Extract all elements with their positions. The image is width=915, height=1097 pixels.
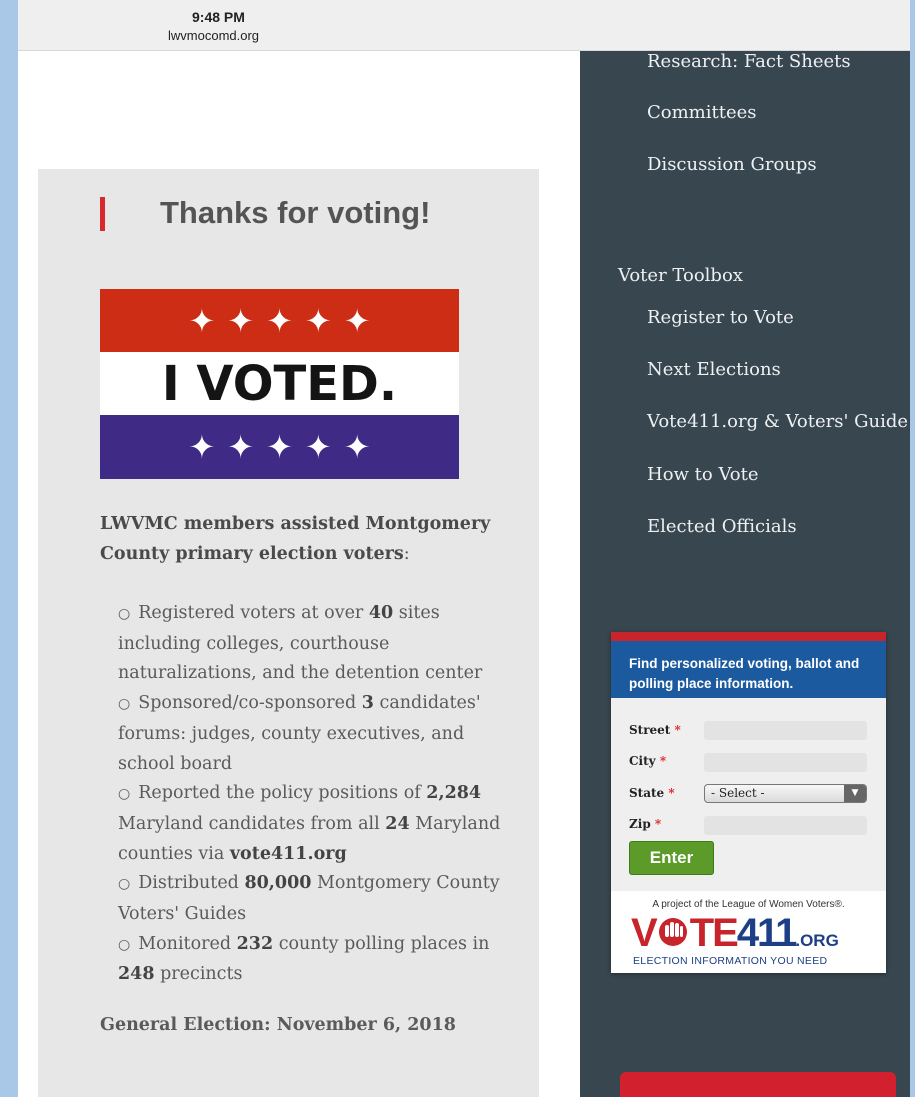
list-text: Reported the policy positions of xyxy=(138,783,427,804)
bold-figure: vote411.org xyxy=(229,843,347,864)
nav-next-elections[interactable]: Next Elections xyxy=(647,359,781,380)
list-item: ○ Reported the policy positions of 2,284 … xyxy=(118,779,518,869)
ballot-hand-icon xyxy=(658,918,687,946)
list-text: Distributed xyxy=(138,873,245,894)
nav-voter-toolbox[interactable]: Voter Toolbox xyxy=(618,265,743,286)
nav-vote411-guide[interactable]: Vote411.org & Voters' Guide xyxy=(647,411,908,432)
list-item: ○ Sponsored/co-sponsored 3 candidates' fo… xyxy=(118,689,518,779)
list-text: Maryland candidates from all xyxy=(118,813,386,834)
street-label-text: Street xyxy=(629,723,671,737)
star-icon: ✦ xyxy=(266,428,293,466)
bold-figure: 3 xyxy=(361,693,374,714)
voted-white-stripe: I VOTED. xyxy=(100,352,459,415)
star-icon: ✦ xyxy=(227,301,255,340)
thanks-card: Thanks for voting! ✦ ✦ ✦ ✦ ✦ I VOTED. ✦ … xyxy=(38,169,539,1097)
bold-figure: 248 xyxy=(118,964,155,985)
widget-header: Find personalized voting, ballot and pol… xyxy=(611,641,886,698)
intro-bold: LWVMC members assisted Montgomery County… xyxy=(100,514,491,564)
address-url[interactable]: lwvmocomd.org xyxy=(168,28,259,43)
logo-v: V xyxy=(631,911,658,955)
required-mark: * xyxy=(654,817,662,831)
dropdown-arrow-icon: ▼ xyxy=(844,785,866,802)
vote411-logo[interactable]: V TE411.ORG xyxy=(631,911,839,956)
nav-register-to-vote[interactable]: Register to Vote xyxy=(647,307,794,328)
state-label-text: State xyxy=(629,786,665,800)
red-action-button[interactable] xyxy=(620,1072,896,1097)
status-time: 9:48 PM xyxy=(192,9,245,25)
bold-figure: 24 xyxy=(385,813,410,834)
star-icon: ✦ xyxy=(343,301,371,340)
i-voted-text: I VOTED. xyxy=(161,355,398,412)
vote411-footer: A project of the League of Women Voters®… xyxy=(611,891,886,973)
voter-info-form: Street * City * State * - Select - ▼ Zip… xyxy=(611,698,886,891)
state-select-value: - Select - xyxy=(711,786,765,800)
zip-input[interactable] xyxy=(704,816,867,835)
city-input[interactable] xyxy=(704,753,867,772)
bold-figure: 40 xyxy=(368,603,394,623)
list-text: county polling places in xyxy=(273,933,490,954)
vote411-widget: Find personalized voting, ballot and pol… xyxy=(611,632,886,973)
star-icon: ✦ xyxy=(304,428,332,466)
list-item: ○ Monitored 232 county polling places in … xyxy=(118,930,518,990)
list-text: Sponsored/co-sponsored xyxy=(138,693,362,714)
web-page: Thanks for voting! ✦ ✦ ✦ ✦ ✦ I VOTED. ✦ … xyxy=(18,51,910,1097)
city-label: City * xyxy=(629,754,666,768)
zip-label-text: Zip xyxy=(629,817,651,831)
bullet-circle-icon: ○ xyxy=(118,696,131,713)
bullet-circle-icon: ○ xyxy=(118,786,131,803)
street-input[interactable] xyxy=(704,721,867,740)
voted-blue-stripe: ✦ ✦ ✦ ✦ ✦ xyxy=(100,415,459,479)
nav-committees[interactable]: Committees xyxy=(647,102,757,123)
logo-411: 411 xyxy=(736,911,798,955)
required-mark: * xyxy=(668,786,675,800)
intro-text: LWVMC members assisted Montgomery County… xyxy=(100,509,520,569)
bullet-circle-icon: ○ xyxy=(118,936,131,953)
nav-elected-officials[interactable]: Elected Officials xyxy=(647,516,797,537)
status-bar: 9:48 PM lwvmocomd.org xyxy=(18,0,910,51)
list-text: Registered voters at over xyxy=(138,603,369,623)
card-title: Thanks for voting! xyxy=(160,195,431,230)
star-icon: ✦ xyxy=(188,301,216,340)
star-icon: ✦ xyxy=(343,428,371,466)
title-accent-bar xyxy=(100,197,105,231)
bullet-circle-icon: ○ xyxy=(118,876,131,893)
vote411-tagline: ELECTION INFORMATION YOU NEED xyxy=(633,955,828,967)
enter-button[interactable]: Enter xyxy=(629,841,714,875)
list-item: ○ Distributed 80,000 Montgomery County Vo… xyxy=(118,869,518,929)
project-text: A project of the League of Women Voters®… xyxy=(652,899,845,910)
bold-figure: 232 xyxy=(236,933,274,954)
i-voted-image: ✦ ✦ ✦ ✦ ✦ I VOTED. ✦ ✦ ✦ ✦ ✦ xyxy=(100,289,459,479)
star-icon: ✦ xyxy=(188,428,216,466)
nav-how-to-vote[interactable]: How to Vote xyxy=(647,464,759,485)
street-label: Street * xyxy=(629,723,681,737)
state-label: State * xyxy=(629,786,675,800)
list-text: precincts xyxy=(154,964,243,985)
list-item: ○ Registered voters at over 40 sites incl… xyxy=(118,599,518,689)
general-election-date: General Election: November 6, 2018 xyxy=(100,1015,456,1035)
state-select[interactable]: - Select - ▼ xyxy=(704,784,867,803)
voted-red-stripe: ✦ ✦ ✦ ✦ ✦ xyxy=(100,289,459,352)
city-label-text: City xyxy=(629,754,656,768)
star-icon: ✦ xyxy=(266,301,293,340)
bold-figure: 80,000 xyxy=(244,873,312,894)
list-text: Monitored xyxy=(138,933,237,954)
required-mark: * xyxy=(659,754,667,768)
sidebar-nav: Research: Fact Sheets Committees Discuss… xyxy=(580,51,910,1097)
accomplishments-list: ○ Registered voters at over 40 sites incl… xyxy=(118,599,518,990)
zip-label: Zip * xyxy=(629,817,661,831)
star-icon: ✦ xyxy=(304,301,332,340)
intro-tail: : xyxy=(403,544,410,564)
bullet-circle-icon: ○ xyxy=(118,606,131,622)
logo-te: TE xyxy=(689,911,739,955)
bold-figure: 2,284 xyxy=(426,783,482,804)
nav-research-fact-sheets[interactable]: Research: Fact Sheets xyxy=(647,51,851,72)
star-icon: ✦ xyxy=(227,428,255,466)
nav-discussion-groups[interactable]: Discussion Groups xyxy=(647,154,817,175)
logo-org: .ORG xyxy=(795,931,839,950)
required-mark: * xyxy=(674,723,681,737)
